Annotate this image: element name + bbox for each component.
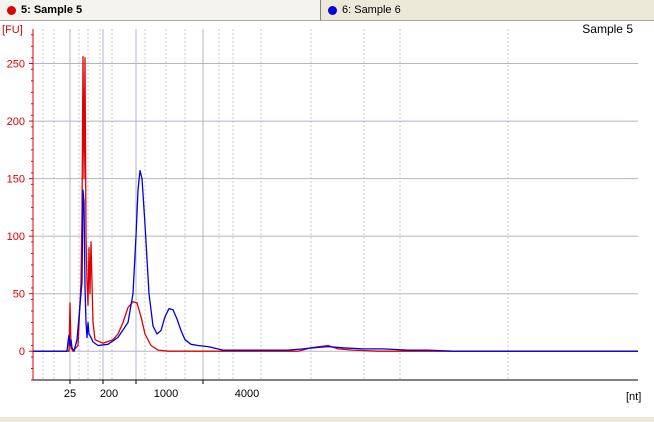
grid — [33, 29, 638, 380]
electropherogram-chart: 0 50 100 150 200 250 25 200 1000 4000 [FU] [nt] S… — [2, 22, 641, 403]
series-line — [33, 55, 638, 352]
blue-dot-icon — [328, 5, 337, 15]
series-line — [33, 169, 638, 352]
curves — [33, 55, 638, 352]
x-tick-label: 25 — [64, 388, 76, 400]
y-tick-label: 100 — [7, 231, 25, 243]
y-tick-label: 200 — [7, 116, 25, 128]
x-tick-label: 4000 — [235, 388, 259, 400]
tab-label: 5: Sample 5 — [21, 4, 83, 16]
y-tick-label: 0 — [19, 346, 25, 358]
tab-label: 6: Sample 6 — [342, 4, 401, 16]
y-tick-label: 150 — [7, 174, 25, 186]
tab-sample-5[interactable]: 5: Sample 5 — [0, 0, 321, 21]
y-axis-label: [FU] — [2, 24, 23, 36]
y-tick-label: 250 — [7, 59, 25, 71]
red-dot-icon — [7, 5, 16, 15]
sample-tab-bar: 5: Sample 5 6: Sample 6 — [0, 0, 654, 21]
x-tick-label: 200 — [100, 388, 118, 400]
x-axis-label: [nt] — [626, 391, 641, 403]
tab-sample-6[interactable]: 6: Sample 6 — [321, 0, 654, 21]
chart-title: Sample 5 — [582, 22, 633, 36]
electropherogram-panel: 0 50 100 150 200 250 25 200 1000 4000 [FU] [nt] S… — [0, 21, 654, 417]
x-tick-label: 1000 — [154, 388, 178, 400]
y-tick-label: 50 — [13, 289, 25, 301]
axes: 0 50 100 150 200 250 25 200 1000 4000 — [7, 29, 638, 400]
